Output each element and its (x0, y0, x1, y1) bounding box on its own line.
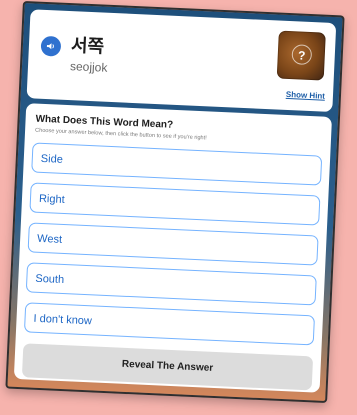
question-card: What Does This Word Mean? Choose your an… (13, 103, 333, 393)
question-mark-icon: ? (291, 44, 313, 66)
answer-option-right[interactable]: Right (29, 182, 321, 226)
korean-word: 서쪽 (70, 35, 105, 58)
speaker-button[interactable] (40, 35, 62, 57)
hint-image-button[interactable]: ? (276, 30, 326, 81)
reveal-answer-button[interactable]: Reveal The Answer (21, 343, 314, 391)
answer-option-dont-know[interactable]: I don't know (23, 302, 315, 346)
show-hint-link[interactable]: Show Hint (286, 90, 325, 101)
app-card: 서쪽 seojjok ? Show Hint What Does This Wo… (5, 0, 345, 404)
speaker-icon (46, 43, 54, 50)
word-header-card: 서쪽 seojjok ? Show Hint (26, 9, 337, 113)
answer-option-south[interactable]: South (25, 262, 317, 306)
romanization-text: seojjok (69, 59, 108, 75)
answer-option-west[interactable]: West (27, 222, 319, 266)
answer-option-side[interactable]: Side (31, 142, 323, 186)
question-subtitle: Choose your answer below, then click the… (34, 127, 207, 142)
screenshot-stage: 서쪽 seojjok ? Show Hint What Does This Wo… (0, 0, 357, 415)
